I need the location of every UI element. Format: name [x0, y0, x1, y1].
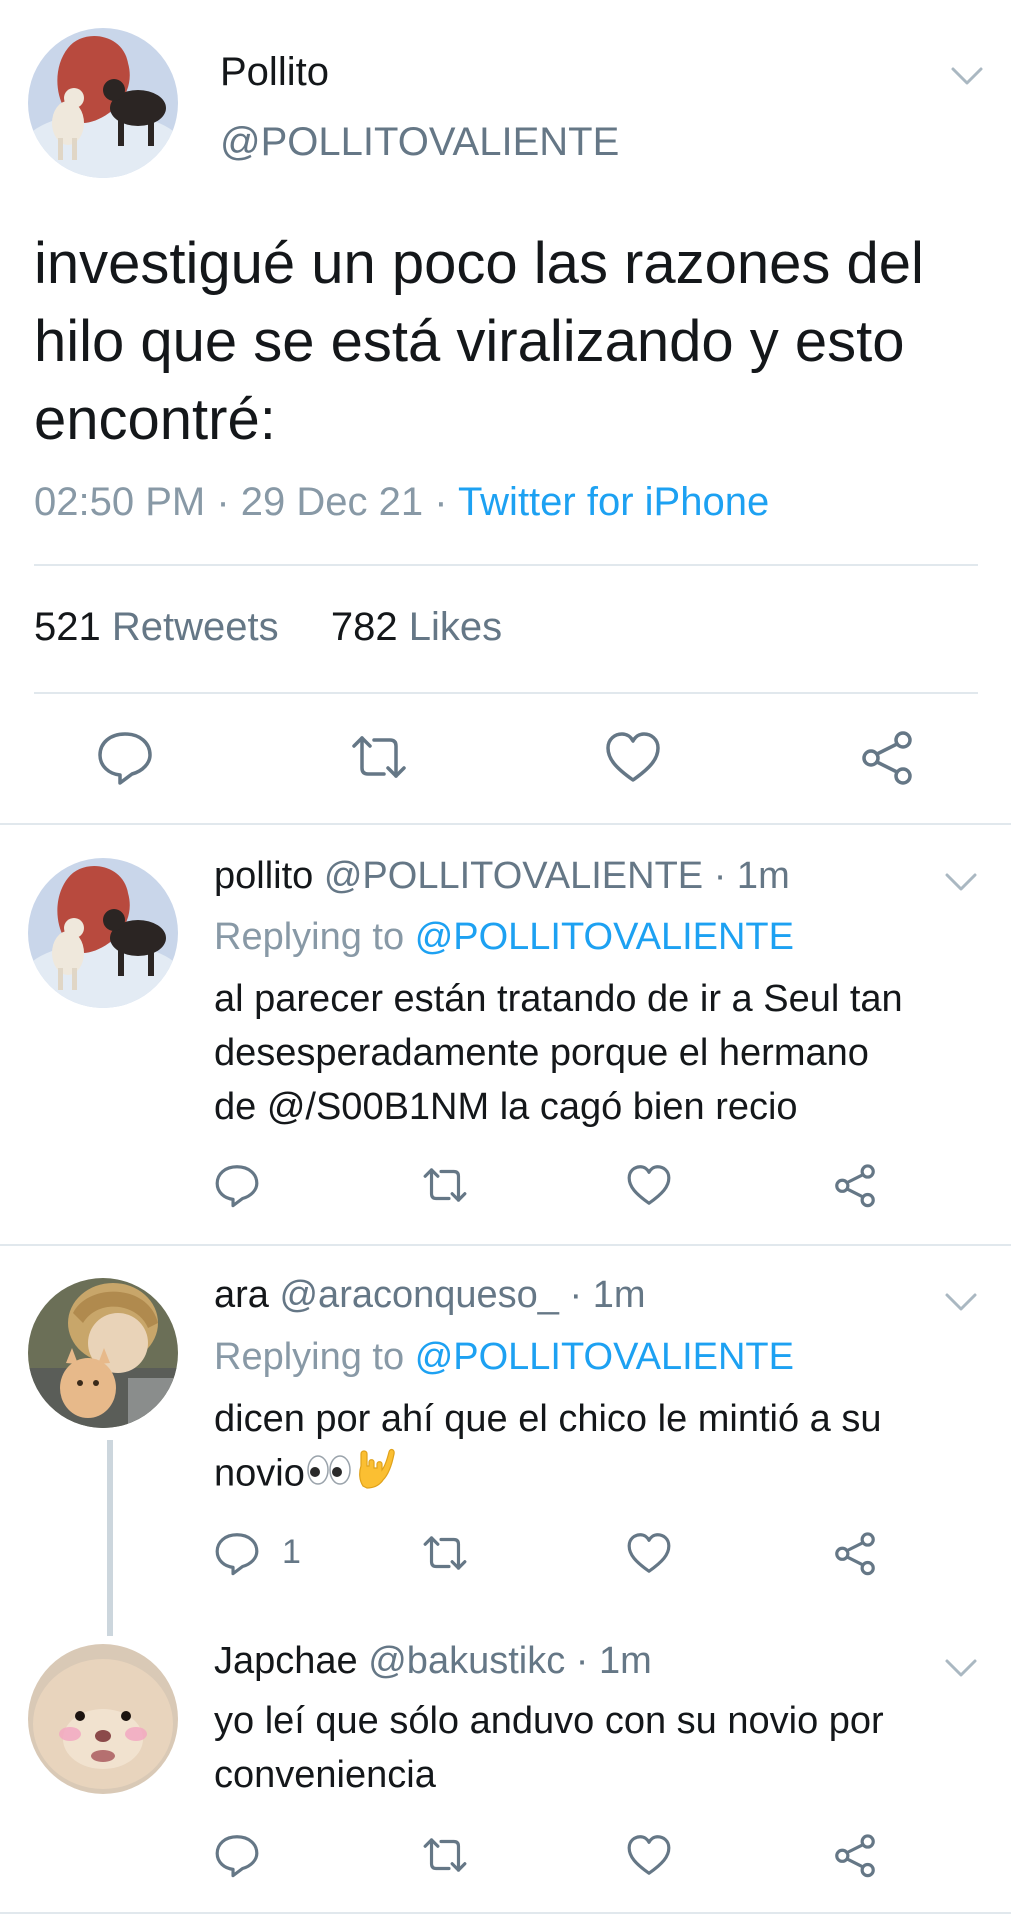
tweet-text-line: encontré: — [34, 387, 276, 452]
tweet-time: 02:50 PM — [34, 480, 206, 524]
divider — [34, 564, 978, 566]
avatar[interactable] — [28, 858, 178, 1008]
user-handle[interactable]: @POLLITOVALIENTE — [220, 120, 619, 165]
reply-text: al parecer están tratando de ir a Seul t… — [214, 972, 994, 1134]
user-handle[interactable]: @bakustikc — [368, 1640, 565, 1682]
reply-age: · 1m — [569, 1274, 646, 1316]
replying-prefix: Replying to — [214, 916, 405, 958]
chevron-down-icon[interactable] — [944, 1656, 978, 1680]
avatar[interactable] — [28, 1278, 178, 1428]
likes-stat[interactable]: 782 Likes — [331, 605, 502, 649]
divider — [0, 1244, 1011, 1246]
divider — [34, 692, 978, 694]
reply-header: pollito @POLLITOVALIENTE · 1m — [214, 855, 790, 898]
tweet-meta: 02:50 PM · 29 Dec 21 · Twitter for iPhon… — [34, 480, 769, 525]
meta-separator: · — [423, 480, 458, 524]
retweet-icon[interactable] — [422, 1162, 468, 1208]
replying-to: Replying to @POLLITOVALIENTE — [214, 916, 794, 959]
reply-header: Japchae @bakustikc · 1m — [214, 1640, 652, 1683]
likes-label: Likes — [408, 605, 503, 649]
replying-prefix: Replying to — [214, 1336, 405, 1378]
mention-link[interactable]: @POLLITOVALIENTE — [415, 916, 794, 958]
reply-header: ara @araconqueso_ · 1m — [214, 1274, 645, 1317]
chevron-down-icon[interactable] — [944, 870, 978, 894]
reply-age: · 1m — [575, 1640, 652, 1682]
reply-text: dicen por ahí que el chico le mintió a s… — [214, 1392, 994, 1505]
avatar[interactable] — [28, 1644, 178, 1794]
share-icon[interactable] — [832, 1832, 878, 1878]
reply-icon[interactable] — [214, 1832, 260, 1878]
reply-text: yo leí que sólo anduvo con su novio por … — [214, 1694, 994, 1802]
mention-link[interactable]: @POLLITOVALIENTE — [415, 1336, 794, 1378]
avatar[interactable] — [28, 28, 178, 178]
tweet-text-line: investigué un poco las razones del — [34, 231, 924, 296]
reply-age: · 1m — [713, 855, 790, 897]
divider — [0, 823, 1011, 825]
share-icon[interactable] — [832, 1162, 878, 1208]
tweet-date: 29 Dec 21 — [240, 480, 424, 524]
like-icon[interactable] — [626, 1162, 672, 1208]
thread-line — [107, 1440, 113, 1636]
reply-text-line: dicen por ahí que el chico le mintió a s… — [214, 1398, 882, 1440]
reply-text-line: novio — [214, 1446, 994, 1505]
love-you-gesture-emoji — [353, 1446, 397, 1505]
retweets-stat[interactable]: 521 Retweets — [34, 605, 279, 649]
user-handle[interactable]: @araconqueso_ — [279, 1274, 558, 1316]
display-name[interactable]: Pollito — [220, 50, 329, 95]
meta-separator: · — [205, 480, 241, 524]
retweet-icon[interactable] — [350, 728, 408, 786]
reply-icon[interactable] — [214, 1530, 260, 1576]
chevron-down-icon[interactable] — [950, 64, 984, 88]
likes-count: 782 — [330, 605, 398, 649]
share-icon[interactable] — [832, 1530, 878, 1576]
reply-text-line: conveniencia — [214, 1754, 436, 1796]
like-icon[interactable] — [626, 1832, 672, 1878]
chevron-down-icon[interactable] — [944, 1290, 978, 1314]
share-icon[interactable] — [858, 728, 916, 786]
reply-text-line: de @/S00B1NM la cagó bien recio — [214, 1086, 798, 1128]
reply-text-line: desesperadamente porque el hermano — [214, 1032, 869, 1074]
display-name[interactable]: Japchae — [214, 1640, 358, 1682]
reply-icon[interactable] — [96, 728, 154, 786]
tweet-text: investigué un poco las razones del hilo … — [34, 225, 994, 459]
like-icon[interactable] — [604, 728, 662, 786]
reply-count: 1 — [282, 1533, 301, 1571]
reply-text-line: al parecer están tratando de ir a Seul t… — [214, 978, 903, 1020]
divider — [0, 1912, 1011, 1914]
retweets-count: 521 — [34, 605, 101, 649]
tweet-text-line: hilo que se está viralizando y esto — [34, 309, 905, 374]
tweet-stats: 521 Retweets 782 Likes — [34, 605, 502, 650]
retweet-icon[interactable] — [422, 1832, 468, 1878]
retweets-label: Retweets — [111, 605, 279, 649]
like-icon[interactable] — [626, 1530, 672, 1576]
reply-text-line: yo leí que sólo anduvo con su novio por — [214, 1700, 884, 1742]
replying-to: Replying to @POLLITOVALIENTE — [214, 1336, 794, 1379]
eyes-emoji — [305, 1449, 353, 1503]
reply-icon[interactable] — [214, 1162, 260, 1208]
tweet-source-link[interactable]: Twitter for iPhone — [458, 480, 769, 524]
reply-text-fragment: novio — [214, 1452, 305, 1495]
user-handle[interactable]: @POLLITOVALIENTE — [324, 855, 703, 897]
display-name[interactable]: pollito — [214, 855, 313, 897]
retweet-icon[interactable] — [422, 1530, 468, 1576]
display-name[interactable]: ara — [214, 1274, 269, 1316]
